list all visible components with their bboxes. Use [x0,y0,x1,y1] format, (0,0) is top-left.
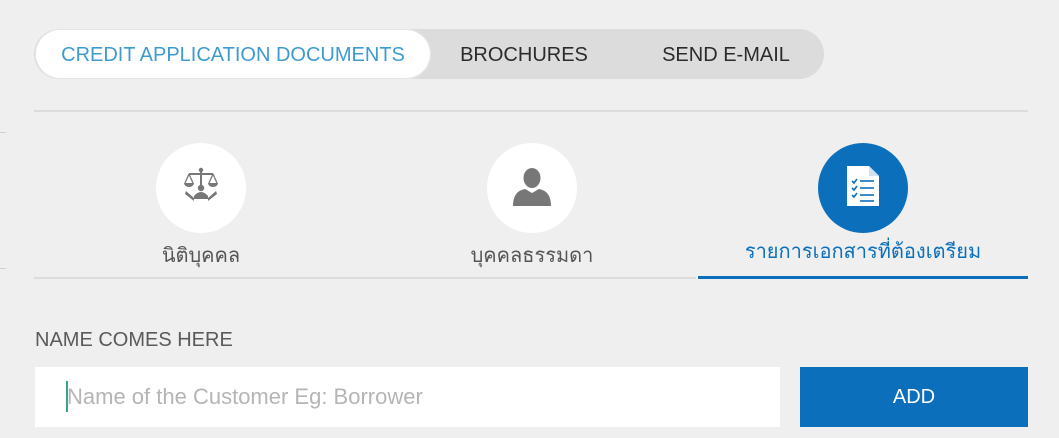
category-juristic-person[interactable]: นิติบุคคล [36,143,366,278]
tab-credit-application-documents[interactable]: CREDIT APPLICATION DOCUMENTS [35,29,431,79]
category-label: นิติบุคคล [161,243,241,267]
category-required-documents[interactable]: รายการเอกสารที่ต้องเตรียม [698,143,1028,278]
text-caret [66,381,68,412]
category-icon-circle [818,143,908,233]
divider [34,277,696,279]
active-category-underline [698,276,1028,279]
category-icon-circle [156,143,246,233]
tab-bar: CREDIT APPLICATION DOCUMENTS BROCHURES S… [34,29,824,79]
person-icon [511,165,553,212]
customer-name-input[interactable] [35,367,780,427]
divider [34,110,1028,112]
scales-icon [181,166,221,211]
section-label: NAME COMES HERE [35,329,233,351]
edge-marker [0,132,6,133]
edge-marker [0,268,6,269]
tab-brochures[interactable]: BROCHURES [454,29,594,79]
document-checklist-icon [845,164,881,213]
tab-send-email[interactable]: SEND E-MAIL [656,29,796,79]
category-individual[interactable]: บุคคลธรรมดา [367,143,697,278]
category-icon-circle [487,143,577,233]
add-button[interactable]: ADD [800,367,1028,427]
category-label: บุคคลธรรมดา [470,243,594,267]
category-label: รายการเอกสารที่ต้องเตรียม [744,239,982,263]
